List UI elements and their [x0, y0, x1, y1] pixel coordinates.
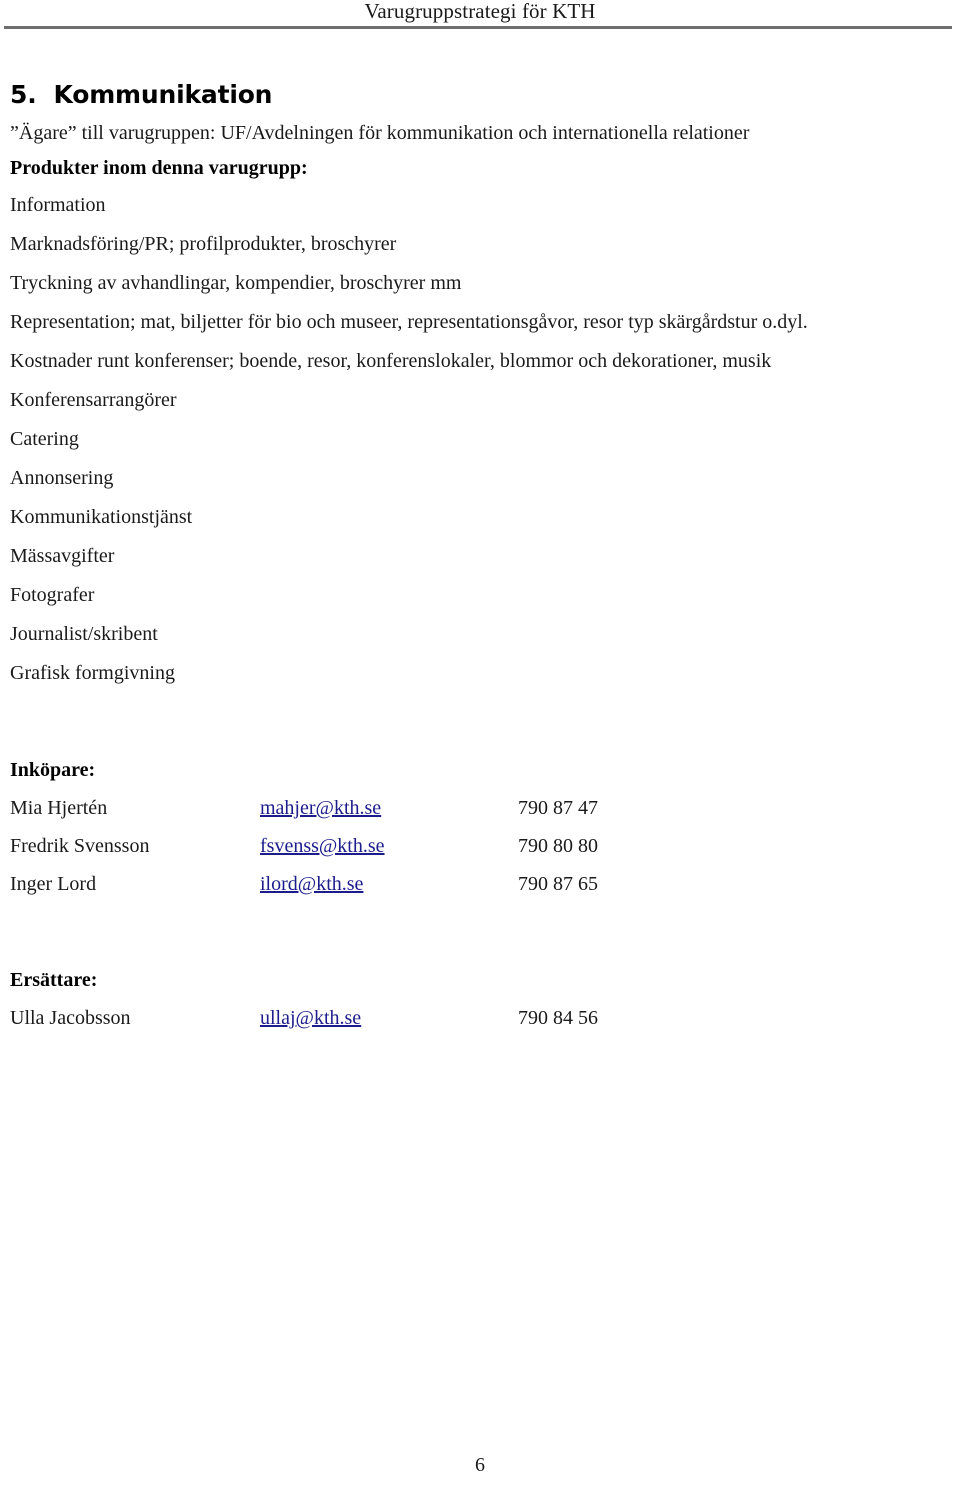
buyer-name: Inger Lord [10, 873, 97, 895]
substitutes-table: Ulla Jacobsson ullaj@kth.se 790 84 56 [10, 999, 670, 1037]
buyers-heading: Inköpare: [10, 759, 96, 781]
list-item: Fotografer [10, 584, 95, 606]
contact-spacer [10, 903, 950, 961]
product-list: Information Marknadsföring/PR; profilpro… [10, 186, 950, 693]
list-item: Catering [10, 428, 79, 450]
list-item: Marknadsföring/PR; profilprodukter, bros… [10, 233, 397, 255]
buyers-table: Mia Hjertén mahjer@kth.se 790 87 47 Fred… [10, 789, 670, 903]
page-number: 6 [475, 1454, 485, 1476]
buyer-name: Fredrik Svensson [10, 835, 150, 857]
buyer-email-cell: mahjer@kth.se [260, 789, 518, 827]
page-footer: 6 [0, 1452, 960, 1478]
running-header: Varugruppstrategi för KTH [0, 0, 960, 34]
table-row: Inger Lord ilord@kth.se 790 87 65 [10, 865, 670, 903]
products-subheading: Produkter inom denna varugrupp: [10, 157, 308, 179]
list-item: Tryckning av avhandlingar, kompendier, b… [10, 272, 462, 294]
substitute-phone: 790 84 56 [518, 1007, 598, 1029]
buyer-email-cell: ilord@kth.se [260, 865, 518, 903]
table-row: Fredrik Svensson fsvenss@kth.se 790 80 8… [10, 827, 670, 865]
section-heading: 5. Kommunikation [10, 80, 273, 109]
list-item: Information [10, 194, 106, 216]
table-row: Ulla Jacobsson ullaj@kth.se 790 84 56 [10, 999, 670, 1037]
list-item: Kommunikationstjänst [10, 506, 193, 528]
buyer-email-cell: fsvenss@kth.se [260, 827, 518, 865]
list-item: Journalist/skribent [10, 623, 158, 645]
list-item: Representation; mat, biljetter för bio o… [10, 311, 808, 333]
email-link[interactable]: ullaj@kth.se [260, 1007, 361, 1029]
running-header-title: Varugruppstrategi för KTH [364, 0, 596, 23]
list-item: Kostnader runt konferenser; boende, reso… [10, 350, 772, 372]
list-item: Konferensarrangörer [10, 389, 177, 411]
list-item: Grafisk formgivning [10, 662, 175, 684]
varugrupp-owner-line: ”Ägare” till varugruppen: UF/Avdelningen… [10, 122, 750, 144]
substitutes-heading: Ersättare: [10, 969, 98, 991]
email-link[interactable]: mahjer@kth.se [260, 797, 381, 819]
email-link[interactable]: fsvenss@kth.se [260, 835, 385, 857]
buyer-phone: 790 87 65 [518, 873, 598, 895]
buyer-phone: 790 80 80 [518, 835, 598, 857]
list-item: Annonsering [10, 467, 114, 489]
document-page: Varugruppstrategi för KTH 5. Kommunikati… [0, 0, 960, 1506]
buyer-name: Mia Hjertén [10, 797, 108, 819]
header-divider-rule [4, 26, 952, 29]
email-link[interactable]: ilord@kth.se [260, 873, 363, 895]
list-item: Mässavgifter [10, 545, 115, 567]
substitute-name: Ulla Jacobsson [10, 1007, 131, 1029]
table-row: Mia Hjertén mahjer@kth.se 790 87 47 [10, 789, 670, 827]
substitute-email-cell: ullaj@kth.se [260, 999, 518, 1037]
buyer-phone: 790 87 47 [518, 797, 598, 819]
page-content: 5. Kommunikation ”Ägare” till varugruppe… [10, 78, 950, 1037]
